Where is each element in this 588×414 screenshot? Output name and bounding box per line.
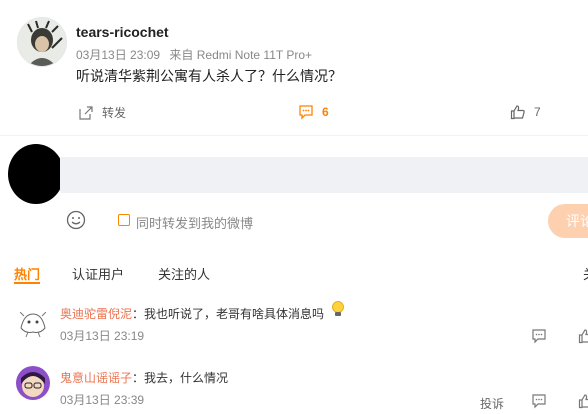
tab-verified-users[interactable]: 认证用户 xyxy=(72,264,124,283)
smiley-icon xyxy=(66,210,86,230)
current-user-avatar[interactable] xyxy=(8,144,64,204)
lightbulb-icon xyxy=(332,301,344,316)
tab-following[interactable]: 关注的人 xyxy=(158,264,210,283)
comment-icon xyxy=(532,329,546,344)
reply-avatar-image xyxy=(16,306,50,340)
author-avatar[interactable] xyxy=(17,17,67,67)
reply-time: 03月13日 23:39 xyxy=(60,393,145,407)
active-tab-indicator xyxy=(14,282,40,284)
comment-button[interactable]: 6 xyxy=(298,104,329,120)
comment-input[interactable] xyxy=(60,157,588,193)
reply-avatar[interactable] xyxy=(16,306,50,340)
tab-overflow[interactable]: 关 xyxy=(583,264,588,283)
lightbulb-emoji xyxy=(330,300,346,318)
reply-time: 03月13日 23:19 xyxy=(60,329,145,343)
reply-comment-button[interactable] xyxy=(531,328,547,349)
divider xyxy=(0,135,588,136)
thumbs-up-icon xyxy=(510,105,525,120)
repost-icon xyxy=(79,105,93,120)
comment-icon xyxy=(299,105,313,120)
emoji-button[interactable] xyxy=(66,210,86,230)
like-button[interactable]: 7 xyxy=(510,104,541,120)
post-text: 听说清华紫荆公寓有人杀人了？什么情况？ xyxy=(76,68,342,84)
reply-avatar-image xyxy=(16,366,50,400)
repost-label: 转发 xyxy=(102,106,127,120)
report-button[interactable]: 投诉 xyxy=(480,395,504,412)
thumbs-up-icon xyxy=(578,329,588,344)
reply-username[interactable]: 鬼意山谣谣子 xyxy=(60,369,132,386)
repost-button[interactable]: 转发 xyxy=(78,104,126,121)
like-count: 7 xyxy=(534,105,541,119)
sync-repost-checkbox[interactable] xyxy=(118,214,130,226)
reply-like-button[interactable] xyxy=(578,393,588,414)
reply-avatar[interactable] xyxy=(16,366,50,400)
post-date[interactable]: 03月13日 23:09 xyxy=(76,48,160,62)
author-avatar-image xyxy=(18,18,66,66)
thumbs-up-icon xyxy=(578,394,588,409)
tab-hot[interactable]: 热门 xyxy=(14,264,40,283)
reply-text: ：我去，什么情况 xyxy=(132,371,229,385)
comment-count: 6 xyxy=(322,105,329,119)
comment-icon xyxy=(532,394,546,409)
submit-comment-button[interactable]: 评论 xyxy=(548,204,588,238)
post-meta: 03月13日 23:09 来自 Redmi Note 11T Pro+ xyxy=(76,46,318,63)
post-source: 来自 Redmi Note 11T Pro+ xyxy=(169,48,313,62)
author-username[interactable]: tears-ricochet xyxy=(76,24,169,40)
sync-repost-label[interactable]: 同时转发到我的微博 xyxy=(136,213,253,232)
reply-comment-button[interactable] xyxy=(531,393,547,414)
reply-like-button[interactable] xyxy=(578,328,588,349)
reply-text: ：我也听说了，老哥有啥具体消息吗 xyxy=(132,307,325,321)
reply-username[interactable]: 奥迪驼雷倪泥 xyxy=(60,305,132,322)
